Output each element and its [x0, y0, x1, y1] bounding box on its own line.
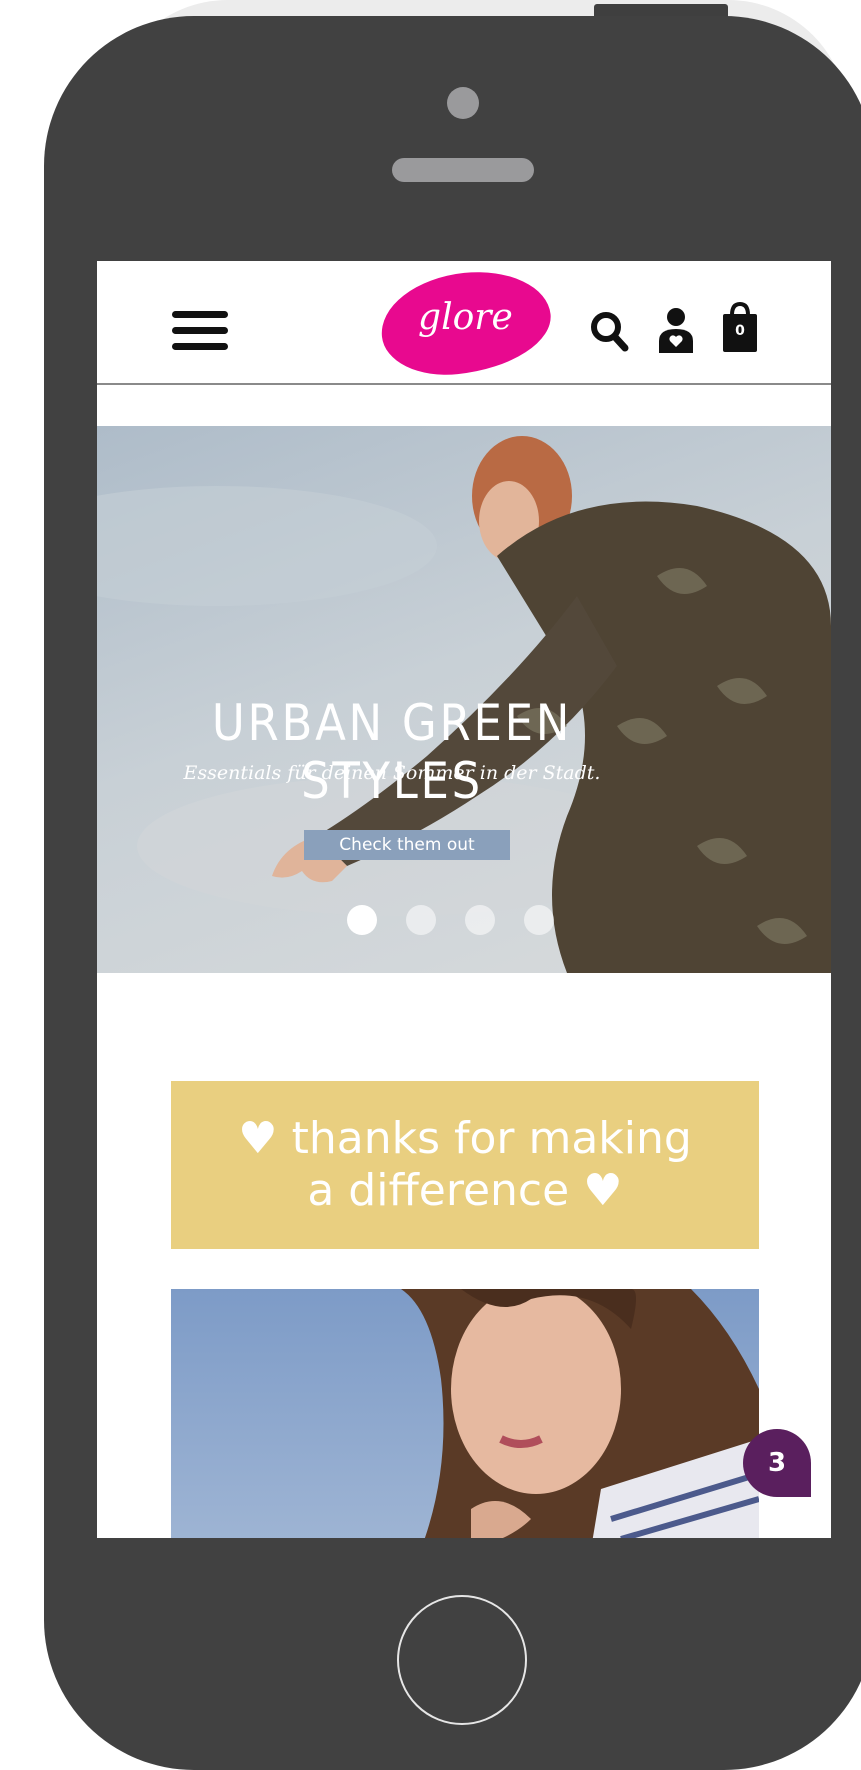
slider-dot[interactable]	[347, 905, 377, 935]
slider-dot[interactable]	[465, 905, 495, 935]
account-icon[interactable]	[657, 307, 695, 353]
phone-home-button[interactable]	[397, 1595, 527, 1725]
banner-line-2: a difference ♥	[307, 1165, 623, 1216]
slider-dot[interactable]	[524, 905, 554, 935]
phone-screen: glore 0 URBAN GREEN STYLES Essentials fü…	[97, 261, 831, 1538]
shopping-bag-icon[interactable]: 0	[721, 301, 759, 353]
phone-speaker	[392, 158, 534, 182]
cart-count: 0	[735, 323, 745, 339]
search-icon[interactable]	[589, 309, 629, 353]
phone-camera	[447, 87, 479, 119]
hero-title: URBAN GREEN STYLES	[211, 694, 573, 810]
slider-dot[interactable]	[406, 905, 436, 935]
feature-photo	[401, 1289, 759, 1538]
hero-slider[interactable]: URBAN GREEN STYLES Essentials für deinen…	[97, 426, 831, 973]
hamburger-menu-icon[interactable]	[172, 311, 228, 351]
thanks-banner[interactable]: ♥ thanks for making a difference ♥	[171, 1081, 759, 1249]
logo-text: glore	[418, 297, 513, 339]
hero-subtitle: Essentials für deinen Sommer in der Stad…	[183, 762, 601, 784]
site-header: glore 0	[97, 261, 831, 385]
hero-cta-button[interactable]: Check them out	[304, 830, 510, 860]
brand-logo[interactable]: glore	[376, 264, 556, 382]
slider-pagination	[347, 905, 587, 935]
chat-badge[interactable]: 3	[743, 1429, 811, 1497]
feature-image[interactable]	[171, 1289, 759, 1538]
banner-line-1: ♥ thanks for making	[238, 1113, 692, 1164]
